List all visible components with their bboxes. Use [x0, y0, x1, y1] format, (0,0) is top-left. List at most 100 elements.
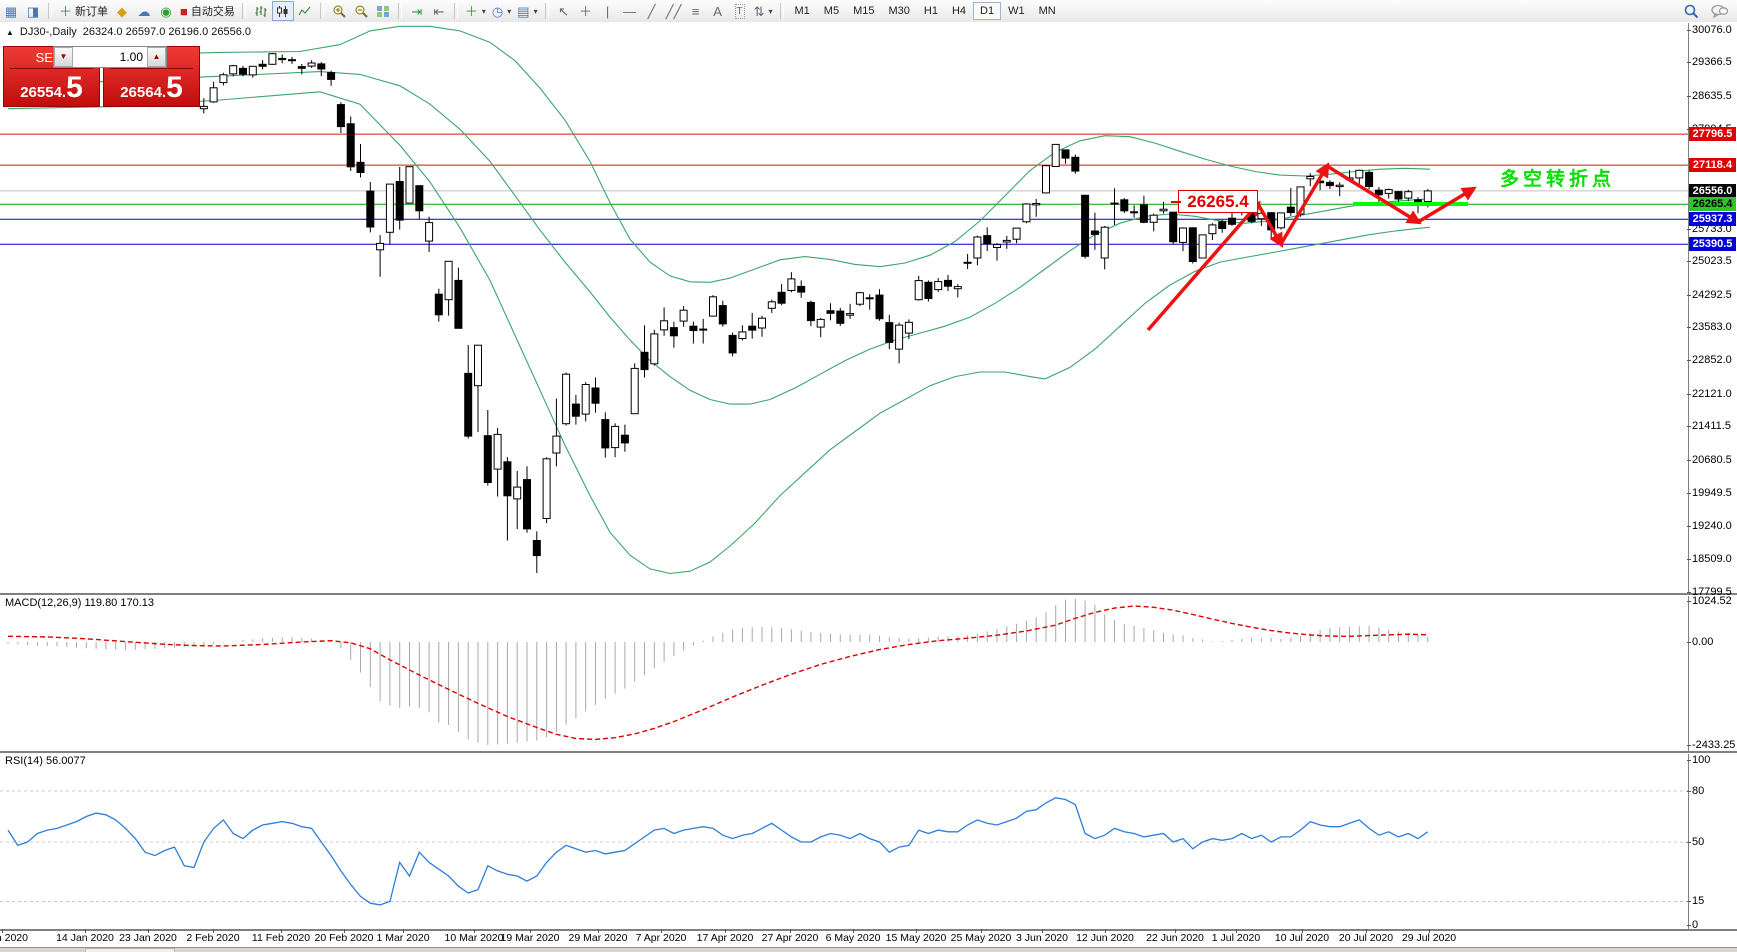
rsi-pane-canvas[interactable] — [0, 753, 1688, 929]
toolbar-separator — [545, 3, 549, 19]
date-axis-label: 27 Apr 2020 — [762, 932, 819, 944]
date-axis-label: 22 Jun 2020 — [1146, 932, 1204, 944]
price-axis-tick: 24292.5 — [1692, 289, 1736, 301]
timeframe-m30[interactable]: M30 — [881, 2, 916, 20]
indicator-axis-tick: 0.00 — [1692, 636, 1736, 648]
signals-icon[interactable]: ◉ — [155, 1, 177, 21]
arrows-tool[interactable]: ⇅▾ — [751, 1, 776, 21]
date-axis-label: 10 Mar 2020 — [445, 932, 504, 944]
price-tag: 25937.3 — [1689, 212, 1736, 226]
candlestick-chart-icon[interactable] — [272, 1, 294, 21]
price-axis-tick: 22121.0 — [1692, 388, 1736, 400]
chart-area: ▲ DJ30-,Daily 26324.0 26597.0 26196.0 26… — [0, 22, 1737, 947]
date-axis-label: 17 Apr 2020 — [697, 932, 754, 944]
timeframe-mn[interactable]: MN — [1032, 2, 1063, 20]
price-axis-tick: 25023.5 — [1692, 255, 1736, 267]
price-axis-tick: 18509.0 — [1692, 553, 1736, 565]
indicator-axis-tick: 15 — [1692, 895, 1736, 907]
volume-input[interactable]: 1.00 — [73, 47, 147, 67]
timeframe-m15[interactable]: M15 — [846, 2, 881, 20]
cursor-tool[interactable]: ↖ — [553, 1, 575, 21]
toolbar-separator — [242, 3, 246, 19]
periods-button[interactable]: ◷▾ — [489, 1, 514, 21]
one-click-trading-panel: SELL 26554.5 BUY 26564.5 ▼ 1.00 ▲ — [3, 46, 200, 107]
timeframe-h4[interactable]: H4 — [945, 2, 973, 20]
chevron-down-icon: ▾ — [482, 7, 486, 16]
text-tool[interactable]: A — [707, 1, 729, 21]
date-axis-label: 6 Jan 2020 — [0, 932, 28, 944]
indicator-axis-tick: 1024.52 — [1692, 595, 1736, 607]
fibonacci-tool[interactable]: ≡ — [685, 1, 707, 21]
equidistant-channel-tool[interactable]: ╱╱ — [663, 1, 685, 21]
mt4-window: ▦ ◨ ＋新订单 ◆ ☁ ◉ ■自动交易 — [0, 0, 1737, 952]
auto-scroll-icon[interactable]: ⇥ — [406, 1, 428, 21]
toolbar-separator — [48, 3, 52, 19]
template-icon: ▤ — [517, 5, 529, 18]
date-axis-label: 25 May 2020 — [951, 932, 1012, 944]
indicator-axis-tick: 80 — [1692, 785, 1736, 797]
price-tag: 27796.5 — [1689, 127, 1736, 141]
pane-separator[interactable] — [0, 593, 1737, 596]
price-annotation-box[interactable]: 26265.4 — [1178, 190, 1258, 213]
search-icon[interactable] — [1680, 1, 1702, 21]
scroll-thumb[interactable] — [85, 948, 175, 952]
toolbar-separator — [398, 3, 402, 19]
timeframe-w1[interactable]: W1 — [1001, 2, 1032, 20]
rsi-label: RSI(14) 56.0077 — [5, 755, 86, 767]
chart-shift-icon[interactable]: ⇤ — [428, 1, 450, 21]
zoom-in-icon[interactable] — [328, 1, 350, 21]
new-order-icon: ＋ — [59, 5, 72, 18]
indicator-axis-tick: -2433.25 — [1692, 739, 1736, 751]
metaquotes-icon[interactable]: ◆ — [111, 1, 133, 21]
timeframe-m1[interactable]: M1 — [788, 2, 817, 20]
date-axis-label: 11 Feb 2020 — [252, 932, 310, 944]
date-axis-label: 15 May 2020 — [886, 932, 947, 944]
chat-icon[interactable] — [1708, 1, 1731, 21]
text-label-tool[interactable]: T — [729, 1, 751, 21]
price-tag: 27118.4 — [1689, 158, 1736, 172]
bar-chart-icon[interactable] — [250, 1, 272, 21]
toolbar-separator — [454, 3, 458, 19]
add-indicator-icon: ＋ — [465, 5, 478, 18]
add-indicator-button[interactable]: ＋▾ — [462, 1, 489, 21]
horizontal-line-tool[interactable]: ― — [619, 1, 641, 21]
trendline-tool[interactable]: ╱ — [641, 1, 663, 21]
line-chart-icon[interactable] — [294, 1, 316, 21]
price-axis-tick: 30076.0 — [1692, 24, 1736, 36]
price-tag: 25390.5 — [1689, 237, 1736, 251]
new-order-button[interactable]: ＋新订单 — [56, 1, 111, 21]
autotrading-button[interactable]: ■自动交易 — [177, 1, 238, 21]
price-axis-tick: 19240.0 — [1692, 520, 1736, 532]
pane-separator[interactable] — [0, 751, 1737, 754]
timeframe-h1[interactable]: H1 — [917, 2, 945, 20]
macd-pane-canvas[interactable] — [0, 595, 1688, 750]
date-axis-label: 3 Jun 2020 — [1016, 932, 1068, 944]
chevron-down-icon: ▾ — [534, 7, 538, 16]
vertical-line-tool[interactable]: | — [597, 1, 619, 21]
templates-button[interactable]: ▤▾ — [514, 1, 540, 21]
date-axis-label: 29 Jul 2020 — [1402, 932, 1456, 944]
zoom-out-icon[interactable] — [350, 1, 372, 21]
clock-icon: ◷ — [492, 5, 503, 18]
crosshair-tool[interactable]: ＋ — [575, 1, 597, 21]
volume-increase-button[interactable]: ▲ — [147, 47, 166, 67]
data-window-icon[interactable]: ◨ — [22, 1, 44, 21]
timeframe-d1[interactable]: D1 — [973, 2, 1001, 20]
timeframe-m5[interactable]: M5 — [817, 2, 846, 20]
tile-windows-icon[interactable] — [372, 1, 394, 21]
price-axis-tick: 20680.5 — [1692, 454, 1736, 466]
indicator-axis-tick: 100 — [1692, 754, 1736, 766]
volume-spinner: ▼ 1.00 ▲ — [53, 46, 167, 68]
toolbar: ▦ ◨ ＋新订单 ◆ ☁ ◉ ■自动交易 — [0, 0, 1737, 23]
mql-cloud-icon[interactable]: ☁ — [133, 1, 155, 21]
buy-price: 26564.5 — [104, 77, 199, 102]
date-axis-label: 2 Feb 2020 — [186, 932, 239, 944]
collapse-arrow-icon[interactable]: ▲ — [6, 28, 14, 37]
volume-decrease-button[interactable]: ▼ — [54, 47, 73, 67]
chevron-down-icon: ▾ — [768, 7, 772, 16]
profiles-icon[interactable]: ▦ — [0, 1, 22, 21]
date-axis-label: 10 Jul 2020 — [1275, 932, 1329, 944]
date-axis-label: 20 Jul 2020 — [1339, 932, 1393, 944]
date-axis-label: 19 Mar 2020 — [501, 932, 560, 944]
main-chart-canvas[interactable] — [0, 23, 1688, 593]
